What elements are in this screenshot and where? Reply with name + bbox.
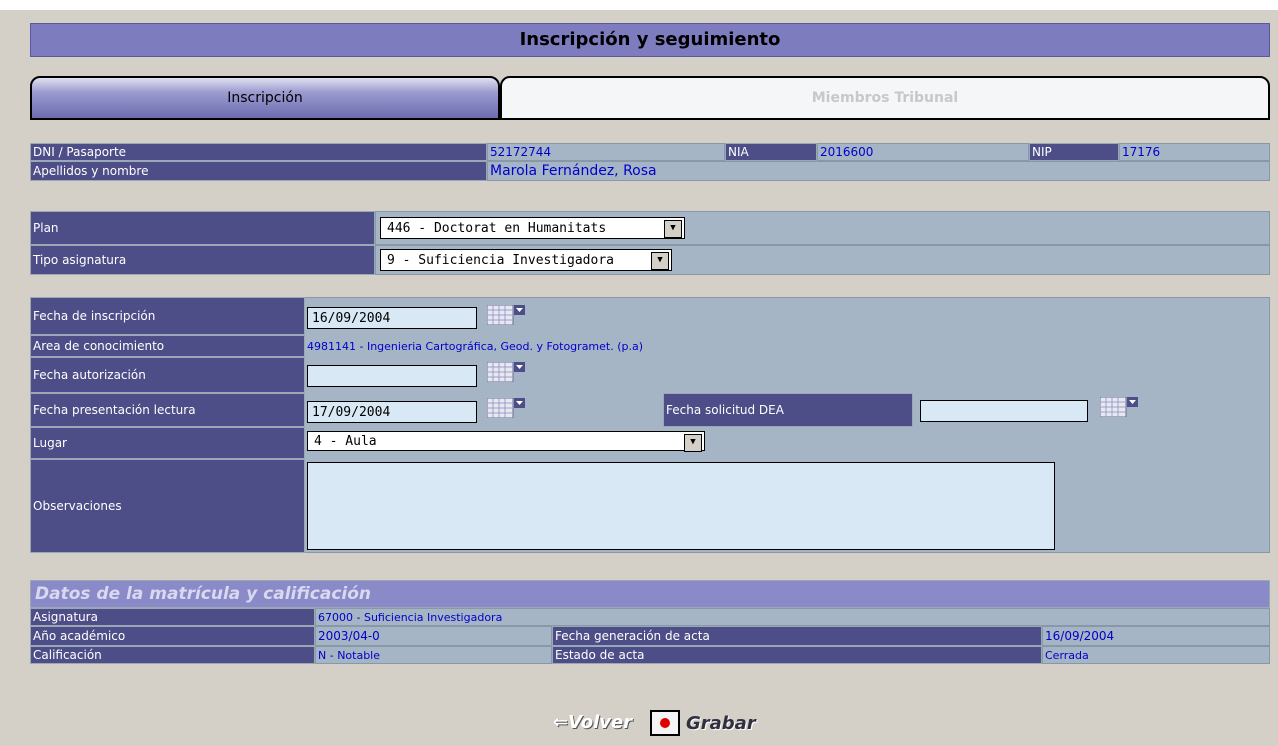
- fecha-aut-label: Fecha autorización: [30, 357, 305, 393]
- fecha-pres-label: Fecha presentación lectura: [30, 393, 305, 427]
- calif-value: N - Notable: [315, 646, 552, 664]
- obs-label: Observaciones: [30, 459, 305, 553]
- tipo-select[interactable]: 9 - Suficiencia Investigadora ▼: [380, 249, 672, 271]
- name-value: Marola Fernández, Rosa: [487, 161, 1270, 181]
- record-icon: [650, 710, 680, 736]
- tipo-label: Tipo asignatura: [30, 245, 375, 275]
- obs-textarea[interactable]: [307, 462, 1055, 550]
- nia-label: NIA: [725, 143, 817, 161]
- dni-value: 52172744: [487, 143, 725, 161]
- plan-label: Plan: [30, 211, 375, 245]
- dni-label: DNI / Pasaporte: [30, 143, 487, 161]
- calif-label: Calificación: [30, 646, 315, 664]
- nia-value: 2016600: [817, 143, 1029, 161]
- fecha-dea-label: Fecha solicitud DEA: [663, 393, 913, 427]
- page-title: Inscripción y seguimiento: [30, 23, 1270, 57]
- calendar-icon[interactable]: [487, 362, 525, 382]
- calendar-icon[interactable]: [487, 305, 525, 325]
- tab-miembros-tribunal[interactable]: Miembros Tribunal: [500, 76, 1270, 120]
- plan-select-value: 446 - Doctorat en Humanitats: [387, 220, 607, 236]
- save-label: Grabar: [686, 712, 756, 734]
- fecha-insc-label: Fecha de inscripción: [30, 297, 305, 335]
- lugar-select-value: 4 - Aula: [314, 433, 377, 449]
- top-strip: [0, 0, 1278, 10]
- anio-label: Año académico: [30, 626, 315, 646]
- anio-value: 2003/04-0: [315, 626, 552, 646]
- chevron-down-icon[interactable]: ▼: [664, 220, 682, 238]
- nip-value: 17176: [1119, 143, 1270, 161]
- area-label: Area de conocimiento: [30, 335, 305, 357]
- chevron-down-icon[interactable]: ▼: [684, 434, 702, 452]
- back-label: Volver: [568, 711, 633, 733]
- fecha-dea-input[interactable]: [920, 400, 1088, 422]
- lugar-select[interactable]: 4 - Aula ▼: [307, 431, 705, 452]
- chevron-down-icon[interactable]: ▼: [651, 252, 669, 270]
- back-button[interactable]: ⇐ Volver: [553, 707, 643, 737]
- lugar-label: Lugar: [30, 427, 305, 459]
- asig-label: Asignatura: [30, 608, 315, 626]
- tipo-select-value: 9 - Suficiencia Investigadora: [387, 252, 614, 268]
- nip-label: NIP: [1029, 143, 1119, 161]
- estado-label: Estado de acta: [552, 646, 1042, 664]
- estado-value: Cerrada: [1042, 646, 1270, 664]
- name-label: Apellidos y nombre: [30, 161, 487, 181]
- calendar-icon[interactable]: [487, 398, 525, 418]
- plan-select[interactable]: 446 - Doctorat en Humanitats ▼: [380, 217, 685, 239]
- arrow-left-icon: ⇐: [553, 711, 569, 733]
- tab-inscripcion[interactable]: Inscripción: [30, 76, 500, 120]
- fecha-insc-input[interactable]: 16/09/2004: [307, 307, 477, 329]
- fgen-value: 16/09/2004: [1042, 626, 1270, 646]
- area-value: 4981141 - Ingenieria Cartográfica, Geod.…: [307, 339, 644, 353]
- fecha-pres-input[interactable]: 17/09/2004: [307, 401, 477, 423]
- matricula-section-title: Datos de la matrícula y calificación: [30, 580, 1270, 608]
- calendar-icon[interactable]: [1100, 397, 1138, 417]
- save-button[interactable]: Grabar: [650, 708, 790, 738]
- fgen-label: Fecha generación de acta: [552, 626, 1042, 646]
- asig-value: 67000 - Suficiencia Investigadora: [315, 608, 1270, 626]
- fecha-aut-input[interactable]: [307, 365, 477, 387]
